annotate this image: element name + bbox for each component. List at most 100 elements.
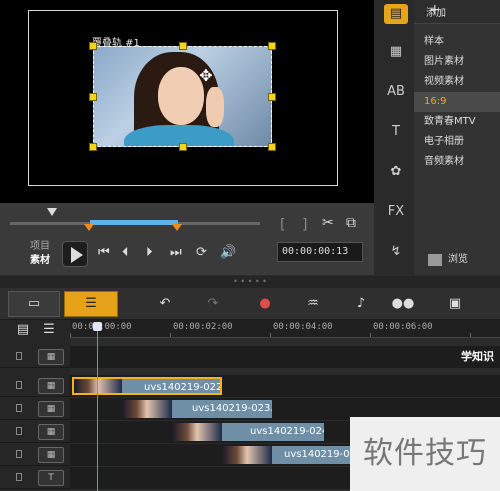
timecode-display[interactable]: 00:00:00:13: [277, 242, 363, 262]
track-manager-icon[interactable]: ▤: [10, 322, 36, 338]
track-lock-icon[interactable]: [16, 473, 22, 481]
library-folder-list: 样本 图片素材 视频素材 16:9 致青春MTV 电子相册 音频素材: [414, 32, 500, 172]
library-item[interactable]: 样本: [414, 32, 500, 52]
track-lock-icon[interactable]: [16, 450, 22, 458]
panel-resize-grip[interactable]: • • • • •: [0, 276, 500, 288]
resize-handle-t[interactable]: [179, 42, 187, 50]
enlarge-preview-icon[interactable]: ⧉: [346, 215, 356, 231]
split-scissors-icon[interactable]: ✂: [322, 215, 334, 231]
path-icon[interactable]: ↯: [384, 242, 408, 262]
track-body[interactable]: [70, 346, 500, 368]
browse-button[interactable]: 浏览: [448, 250, 500, 270]
clip-label: uvs140219-023.E: [192, 403, 272, 414]
previous-frame-icon[interactable]: ⏴: [122, 245, 129, 260]
repeat-icon[interactable]: ⟳: [196, 245, 207, 260]
resize-handle-bl[interactable]: [89, 143, 97, 151]
library-item[interactable]: 电子相册: [414, 132, 500, 152]
scrubber-playhead[interactable]: [47, 208, 57, 216]
library-item[interactable]: 音频素材: [414, 152, 500, 172]
clip-thumbnail: [74, 379, 122, 393]
graphics-icon[interactable]: ✿: [384, 162, 408, 182]
undo-icon[interactable]: ↶: [152, 292, 178, 316]
player-panel: 覆叠轨 #1 ✥ [ ] ✂ ⧉ 项目 素材 ⏮ ⏴ ⏵ ⏭ ⟳ 🔊 00:00…: [0, 0, 374, 275]
instant-project-icon[interactable]: ▦: [384, 42, 408, 62]
overlay-clip[interactable]: uvs140219-023.E: [122, 400, 272, 418]
library-item[interactable]: 致青春MTV: [414, 112, 500, 132]
ruler-tick: [70, 333, 71, 337]
mark-in-marker[interactable]: [84, 224, 94, 231]
overlay-clip-image[interactable]: [93, 46, 272, 147]
mode-project-label[interactable]: 项目: [30, 240, 50, 254]
add-icon[interactable]: +: [429, 2, 441, 18]
overlay-clip[interactable]: uvs140219-025.E: [222, 446, 350, 464]
mark-out-marker[interactable]: [172, 224, 182, 231]
title-track-icon[interactable]: T: [38, 470, 64, 486]
subtitle-editor-icon[interactable]: ▣: [442, 292, 468, 316]
watermark-overlay: 软件技巧: [350, 417, 500, 491]
resize-handle-r[interactable]: [268, 93, 276, 101]
title-clip-text[interactable]: 学知识: [461, 348, 494, 364]
storyboard-icon: ▭: [27, 296, 41, 311]
transition-icon[interactable]: AB: [384, 82, 408, 102]
track-lock-icon[interactable]: [16, 381, 22, 389]
library-item[interactable]: 视频素材: [414, 72, 500, 92]
clip-thumbnail: [172, 423, 222, 441]
record-capture-icon[interactable]: ●: [252, 292, 278, 316]
resize-handle-b[interactable]: [179, 143, 187, 151]
chapter-point-icon[interactable]: ☰: [36, 322, 62, 338]
track-lock-icon[interactable]: [16, 427, 22, 435]
sound-mixer-icon[interactable]: ♒: [300, 292, 326, 316]
timeline-toolbar: ▭ ☰ ↶ ↷ ● ♒ ♪ ●● ▣: [0, 288, 500, 320]
library-item-selected[interactable]: 16:9: [414, 92, 500, 112]
end-icon[interactable]: ⏭: [170, 245, 182, 260]
move-cursor-icon: ✥: [199, 66, 213, 85]
video-track: ▦: [0, 346, 500, 368]
overlay-clip[interactable]: uvs140219-024.E: [172, 423, 324, 441]
clip-label: uvs140219-024.E: [250, 426, 324, 437]
ruler-tick: [270, 333, 271, 337]
redo-icon[interactable]: ↷: [200, 292, 226, 316]
video-track-icon[interactable]: ▦: [38, 349, 64, 365]
resize-handle-tr[interactable]: [268, 42, 276, 50]
timeline-ruler[interactable]: 00:00:00:00 00:00:02:00 00:00:04:00 00:0…: [70, 320, 500, 338]
library-item[interactable]: 图片素材: [414, 52, 500, 72]
clip-thumbnail: [222, 446, 272, 464]
resize-handle-l[interactable]: [89, 93, 97, 101]
resize-handle-tl[interactable]: [89, 42, 97, 50]
media-library-icon[interactable]: ▤: [384, 4, 408, 24]
ruler-label: 00:00:02:00: [173, 322, 233, 332]
mark-out-button[interactable]: ]: [302, 217, 307, 233]
overlay-clip-selected[interactable]: uvs140219-022: [72, 377, 222, 395]
mode-clip-label[interactable]: 素材: [30, 254, 50, 268]
home-icon[interactable]: ⏮: [98, 245, 110, 260]
auto-music-icon[interactable]: ♪: [348, 292, 374, 316]
overlay-track-icon[interactable]: ▦: [38, 447, 64, 463]
ruler-label: 00:00:04:00: [273, 322, 333, 332]
track-lock-icon[interactable]: [16, 404, 22, 412]
title-icon[interactable]: T: [384, 122, 408, 142]
filter-fx-icon[interactable]: FX: [384, 202, 408, 222]
ruler-tick: [370, 333, 371, 337]
timeline-playhead-line[interactable]: [97, 328, 98, 491]
volume-icon[interactable]: 🔊: [220, 245, 236, 260]
overlay-track-icon[interactable]: ▦: [38, 378, 64, 394]
clip-label: uvs140219-022: [144, 382, 222, 393]
timeline-playhead-handle[interactable]: [93, 322, 102, 331]
timeline-icon: ☰: [85, 296, 97, 311]
clip-thumbnail: [122, 400, 172, 418]
ruler-tick: [170, 333, 171, 337]
overlay-track-icon[interactable]: ▦: [38, 424, 64, 440]
ruler-tick: [470, 333, 471, 337]
track-lock-icon[interactable]: [16, 352, 22, 360]
browse-folder-icon[interactable]: [428, 254, 442, 266]
motion-tracking-icon[interactable]: ●●: [390, 292, 416, 316]
clip-label: uvs140219-025.E: [284, 449, 350, 460]
resize-handle-br[interactable]: [268, 143, 276, 151]
ruler-label: 00:00:06:00: [373, 322, 433, 332]
next-frame-icon[interactable]: ⏵: [146, 245, 153, 260]
mark-in-button[interactable]: [: [280, 217, 285, 233]
play-button[interactable]: [62, 241, 88, 267]
trim-range[interactable]: [90, 220, 178, 225]
overlay-track-icon[interactable]: ▦: [38, 401, 64, 417]
play-mode-selector[interactable]: 项目 素材: [30, 240, 50, 268]
